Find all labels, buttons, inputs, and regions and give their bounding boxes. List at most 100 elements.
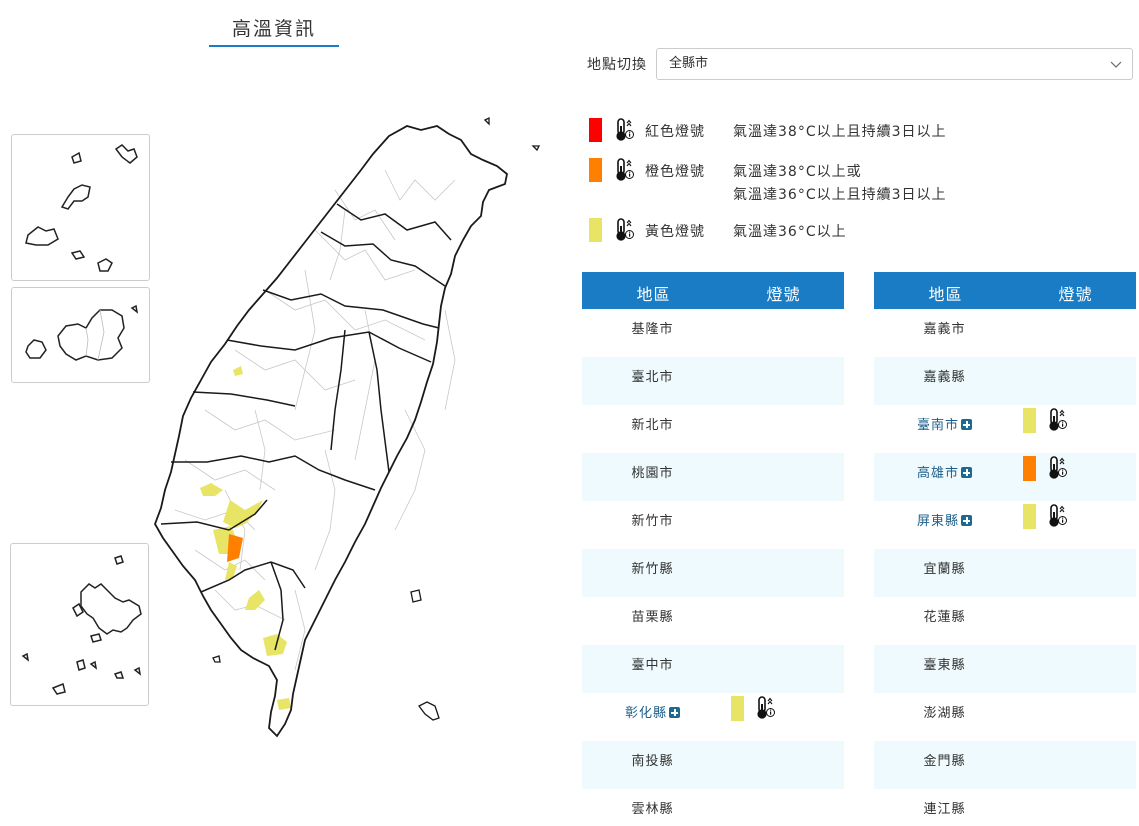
table-row: 臺南市 bbox=[874, 405, 1136, 453]
legend-orange-desc-2: 氣溫達36°C以上且持續3日以上 bbox=[733, 187, 947, 203]
taiwan-map[interactable] bbox=[145, 110, 545, 750]
table-row: 雲林縣 bbox=[582, 789, 844, 826]
region-name: 新竹市 bbox=[582, 510, 723, 529]
region-label: 嘉義市 bbox=[923, 322, 966, 337]
table-row: 新竹市 bbox=[582, 501, 844, 549]
chevron-down-icon bbox=[1110, 61, 1122, 68]
region-name: 嘉義縣 bbox=[874, 366, 1015, 385]
table-row: 臺中市 bbox=[582, 645, 844, 693]
inset-map-kinmen[interactable] bbox=[11, 287, 150, 383]
region-label: 基隆市 bbox=[631, 322, 674, 337]
column-header-region: 地區 bbox=[928, 285, 963, 304]
plus-icon[interactable] bbox=[961, 419, 972, 430]
region-name: 基隆市 bbox=[582, 318, 723, 337]
region-label: 高雄市 bbox=[916, 466, 959, 481]
region-name: 澎湖縣 bbox=[874, 702, 1015, 721]
region-name: 新竹縣 bbox=[582, 558, 723, 577]
region-label: 臺東縣 bbox=[923, 658, 966, 673]
region-label: 連江縣 bbox=[923, 802, 966, 817]
region-name[interactable]: 臺南市 bbox=[874, 414, 1015, 433]
table-row: 高雄市 bbox=[874, 453, 1136, 501]
page-title: 高溫資訊 bbox=[209, 14, 339, 47]
offshore-islands bbox=[212, 116, 541, 721]
table-row: 基隆市 bbox=[582, 309, 844, 357]
taiwan-island-outline bbox=[154, 116, 541, 738]
county-borders bbox=[160, 203, 452, 651]
table-row: 桃園市 bbox=[582, 453, 844, 501]
region-label: 宜蘭縣 bbox=[923, 562, 966, 577]
region-label: 彰化縣 bbox=[624, 706, 667, 721]
plus-icon[interactable] bbox=[669, 707, 680, 718]
thermometer-icon bbox=[1049, 408, 1067, 431]
region-name: 臺北市 bbox=[582, 366, 723, 385]
location-label: 地點切換 bbox=[587, 57, 647, 73]
region-label: 屏東縣 bbox=[916, 514, 959, 529]
legend-red-name: 紅色燈號 bbox=[645, 124, 705, 140]
region-name[interactable]: 彰化縣 bbox=[582, 702, 723, 721]
legend-yellow-name: 黃色燈號 bbox=[645, 224, 705, 240]
column-header-region: 地區 bbox=[636, 285, 671, 304]
signal-swatch bbox=[731, 696, 744, 721]
table-row: 新北市 bbox=[582, 405, 844, 453]
location-select[interactable]: 全縣市 bbox=[656, 48, 1133, 80]
matsu-islands-map bbox=[25, 144, 138, 272]
table-row: 彰化縣 bbox=[582, 693, 844, 741]
thermometer-icon bbox=[1049, 504, 1067, 527]
table-row: 金門縣 bbox=[874, 741, 1136, 789]
region-name: 苗栗縣 bbox=[582, 606, 723, 625]
table-row: 宜蘭縣 bbox=[874, 549, 1136, 597]
region-name: 雲林縣 bbox=[582, 798, 723, 817]
thermometer-icon bbox=[757, 696, 775, 719]
region-label: 南投縣 bbox=[631, 754, 674, 769]
region-label: 新北市 bbox=[631, 418, 674, 433]
region-label: 臺南市 bbox=[916, 418, 959, 433]
signal-swatch bbox=[1023, 408, 1036, 433]
region-label: 雲林縣 bbox=[631, 802, 674, 817]
signal-swatch bbox=[1023, 456, 1036, 481]
thermometer-icon bbox=[616, 118, 634, 141]
table-body-left: 基隆市臺北市新北市桃園市新竹市新竹縣苗栗縣臺中市彰化縣南投縣雲林縣 bbox=[582, 309, 844, 826]
region-name: 嘉義市 bbox=[874, 318, 1015, 337]
region-name[interactable]: 高雄市 bbox=[874, 462, 1015, 481]
plus-icon[interactable] bbox=[961, 515, 972, 526]
table-header: 地區 燈號 bbox=[582, 272, 844, 309]
plus-icon[interactable] bbox=[961, 467, 972, 478]
inset-map-penghu[interactable] bbox=[10, 543, 149, 706]
thermometer-icon bbox=[1049, 456, 1067, 479]
thermometer-icon bbox=[616, 218, 634, 241]
region-name[interactable]: 屏東縣 bbox=[874, 510, 1015, 529]
region-label: 臺中市 bbox=[631, 658, 674, 673]
region-name: 金門縣 bbox=[874, 750, 1015, 769]
legend-orange-swatch bbox=[589, 158, 602, 182]
column-header-signal: 燈號 bbox=[766, 285, 801, 304]
table-row: 苗栗縣 bbox=[582, 597, 844, 645]
warning-table-right: 地區 燈號 嘉義市嘉義縣臺南市高雄市屏東縣宜蘭縣花蓮縣臺東縣澎湖縣金門縣連江縣 bbox=[874, 272, 1136, 826]
table-row: 新竹縣 bbox=[582, 549, 844, 597]
region-name: 連江縣 bbox=[874, 798, 1015, 817]
inset-map-matsu[interactable] bbox=[11, 134, 150, 281]
region-name: 臺中市 bbox=[582, 654, 723, 673]
region-label: 金門縣 bbox=[923, 754, 966, 769]
region-label: 澎湖縣 bbox=[923, 706, 966, 721]
region-label: 新竹市 bbox=[631, 514, 674, 529]
legend-red-desc: 氣溫達38°C以上且持續3日以上 bbox=[733, 124, 947, 140]
table-row: 花蓮縣 bbox=[874, 597, 1136, 645]
signal-swatch bbox=[1023, 504, 1036, 529]
table-row: 南投縣 bbox=[582, 741, 844, 789]
legend-yellow-desc: 氣溫達36°C以上 bbox=[733, 224, 847, 240]
region-label: 臺北市 bbox=[631, 370, 674, 385]
kinmen-islands-map bbox=[25, 304, 139, 361]
region-name: 宜蘭縣 bbox=[874, 558, 1015, 577]
table-row: 臺北市 bbox=[582, 357, 844, 405]
region-label: 新竹縣 bbox=[631, 562, 674, 577]
region-name: 臺東縣 bbox=[874, 654, 1015, 673]
region-name: 桃園市 bbox=[582, 462, 723, 481]
table-row: 嘉義市 bbox=[874, 309, 1136, 357]
table-row: 臺東縣 bbox=[874, 645, 1136, 693]
legend-yellow-swatch bbox=[589, 218, 602, 242]
region-name: 花蓮縣 bbox=[874, 606, 1015, 625]
legend-orange-desc-1: 氣溫達38°C以上或 bbox=[733, 164, 862, 180]
table-header: 地區 燈號 bbox=[874, 272, 1136, 309]
legend-orange-name: 橙色燈號 bbox=[645, 164, 705, 180]
location-select-value: 全縣市 bbox=[669, 56, 709, 71]
